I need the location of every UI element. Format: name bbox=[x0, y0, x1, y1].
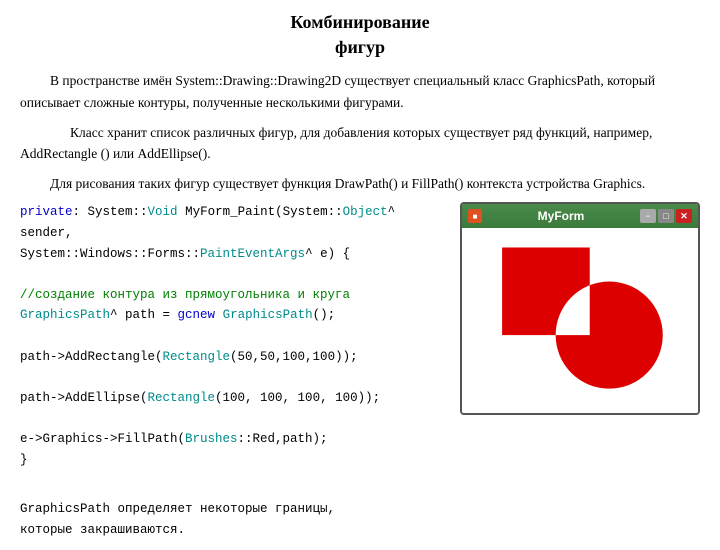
window-title: MyForm bbox=[482, 209, 640, 223]
code-block: private: System::Void MyForm_Paint(Syste… bbox=[20, 202, 450, 540]
window-icon: ■ bbox=[468, 209, 482, 223]
footer-text: GraphicsPath определяет некоторые границ… bbox=[20, 499, 450, 540]
window-titlebar: ■ MyForm − □ ✕ bbox=[462, 204, 698, 228]
close-button[interactable]: ✕ bbox=[676, 209, 692, 223]
window-preview: ■ MyForm − □ ✕ bbox=[460, 202, 700, 415]
code-line-4: path->AddRectangle(Rectangle(50,50,100,1… bbox=[20, 347, 450, 368]
window-controls[interactable]: − □ ✕ bbox=[640, 209, 692, 223]
code-blank-2 bbox=[20, 326, 450, 347]
window-body bbox=[462, 228, 698, 413]
shapes-svg bbox=[462, 228, 698, 413]
code-line-5: path->AddEllipse(Rectangle(100, 100, 100… bbox=[20, 388, 450, 409]
code-blank-3 bbox=[20, 367, 450, 388]
code-blank-4 bbox=[20, 409, 450, 430]
code-line-3: GraphicsPath^ path = gcnew GraphicsPath(… bbox=[20, 305, 450, 326]
code-line-6: e->Graphics->FillPath(Brushes::Red,path)… bbox=[20, 429, 450, 450]
code-blank-1 bbox=[20, 264, 450, 285]
code-comment: //создание контура из прямоугольника и к… bbox=[20, 285, 450, 306]
code-line-2: System::Windows::Forms::PaintEventArgs^ … bbox=[20, 244, 450, 265]
code-line-7: } bbox=[20, 450, 450, 471]
minimize-button[interactable]: − bbox=[640, 209, 656, 223]
paragraph-2: Класс хранит список различных фигур, для… bbox=[20, 122, 700, 165]
maximize-button[interactable]: □ bbox=[658, 209, 674, 223]
page-title: Комбинирование фигур bbox=[20, 10, 700, 60]
paragraph-1: В пространстве имён System::Drawing::Dra… bbox=[20, 70, 700, 113]
paragraph-3: Для рисования таких фигур существует фун… bbox=[20, 173, 700, 195]
code-blank-5 bbox=[20, 470, 450, 491]
code-line-1: private: System::Void MyForm_Paint(Syste… bbox=[20, 202, 450, 243]
